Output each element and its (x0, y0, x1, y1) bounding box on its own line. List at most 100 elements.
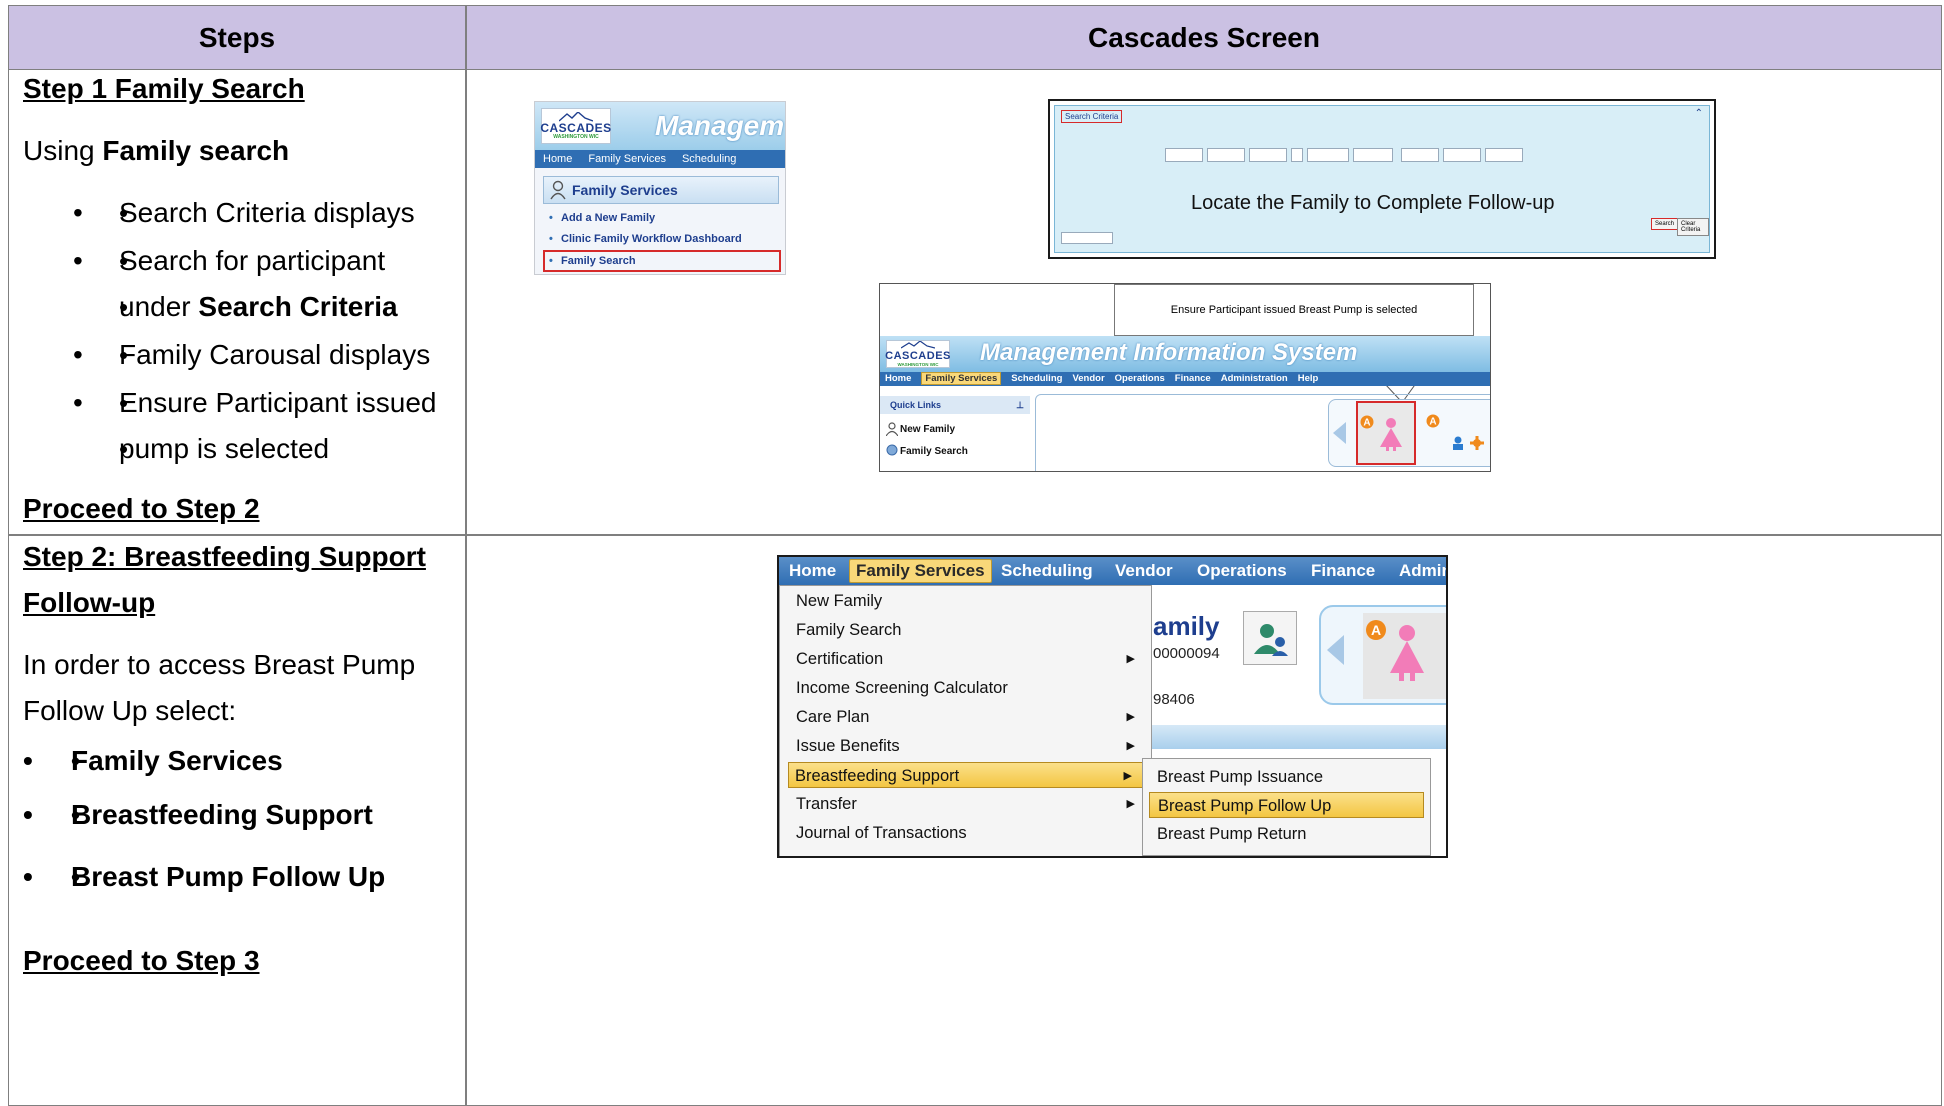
nav-home[interactable]: Home (543, 153, 572, 165)
person-icon (886, 422, 898, 436)
female-participant-icon (1380, 418, 1402, 451)
top-nav: Home Family Services Scheduling Vendor Opera… (880, 372, 1490, 386)
pin-icon[interactable]: ⊥ (1016, 396, 1024, 414)
submenu-arrow-icon: ▶ (1123, 770, 1132, 782)
nav-family-services[interactable]: Family Services (849, 559, 992, 583)
menu-item-journal-of-transactions[interactable]: Journal of Transactions (790, 820, 1145, 846)
step2-intro-line2: Follow Up select: (23, 695, 237, 726)
search-criteria-panel: Search Criteria ⌃ ​ Locate the Family to… (1054, 105, 1710, 253)
list-item: •Family Carousal displays (23, 332, 463, 380)
selected-participant[interactable]: A (1356, 401, 1416, 465)
carousel-prev-arrow-icon[interactable] (1333, 422, 1347, 444)
nav-operations[interactable]: Operations (1115, 373, 1165, 384)
family-title: amily (1153, 611, 1220, 641)
clinic-select[interactable] (1061, 232, 1113, 244)
collapse-icon[interactable]: ⌃ (1695, 108, 1703, 119)
alert-a-icon: A (1366, 620, 1386, 640)
menu-item-income-screening[interactable]: Income Screening Calculator (790, 675, 1145, 701)
menu-item-family-search[interactable]: Family Search (790, 617, 1145, 643)
family-id: 00000094 (1153, 645, 1220, 662)
mountain-icon (559, 112, 593, 122)
clinic-workflow-dashboard-link[interactable]: Clinic Family Workflow Dashboard (547, 233, 742, 245)
family-id-input[interactable] (1165, 148, 1203, 162)
middle-initial-input[interactable] (1291, 148, 1303, 162)
search-overlay-caption: Locate the Family to Complete Follow-up (1191, 192, 1555, 214)
family-services-panel-screenshot: CASCADES WASHINGTON WIC Managem Home Fami… (534, 101, 786, 275)
ebt-card-input[interactable] (1485, 148, 1523, 162)
submenu-arrow-icon: ▶ (1126, 740, 1135, 752)
add-new-family-link[interactable]: Add a New Family (547, 212, 655, 224)
submenu-item-breast-pump-issuance[interactable]: Breast Pump Issuance (1149, 764, 1424, 790)
family-avatar[interactable] (1243, 611, 1297, 665)
list-item: •Search Criteria displays (23, 190, 463, 238)
list-item: •Breast Pump Follow Up (23, 854, 463, 900)
column-divider (465, 6, 467, 1105)
nav-scheduling[interactable]: Scheduling (1011, 373, 1062, 384)
table-header-row: Steps Cascades Screen (9, 6, 1941, 70)
menu-item-transfer[interactable]: Transfer ▶ (790, 791, 1145, 817)
nav-finance[interactable]: Finance (1175, 373, 1211, 384)
svg-text:A: A (1429, 417, 1436, 428)
participant-id-input[interactable] (1401, 148, 1439, 162)
step2-text: Step 2: Breastfeeding Support Follow-up … (23, 534, 463, 984)
submenu-item-breast-pump-follow-up[interactable]: Breast Pump Follow Up (1149, 792, 1424, 818)
first-name-input[interactable] (1249, 148, 1287, 162)
search-button[interactable]: Search (1651, 218, 1679, 230)
banner-title: Managem (655, 110, 785, 141)
nav-vendor[interactable]: Vendor (1115, 557, 1173, 585)
banner-title: Management Information System (980, 339, 1358, 366)
nav-scheduling[interactable]: Scheduling (682, 153, 736, 165)
step1-text: Step 1 Family Search Using Family search… (23, 66, 463, 532)
medicaid-number-input[interactable] (1443, 148, 1481, 162)
quick-link-family-search[interactable]: Family Search (884, 444, 968, 457)
cascades-logo: CASCADES WASHINGTON WIC (540, 108, 611, 144)
submenu-item-breast-pump-return[interactable]: Breast Pump Return (1149, 821, 1424, 847)
menu-item-breastfeeding-support[interactable]: Breastfeeding Support ▶ (788, 762, 1143, 788)
family-carousel: A (1319, 605, 1446, 705)
step2-intro-line1: In order to access Breast Pump (23, 649, 416, 680)
nav-family-services[interactable]: Family Services (588, 153, 666, 165)
carousel-prev-arrow-icon[interactable] (1327, 635, 1345, 665)
submenu-arrow-icon: ▶ (1126, 798, 1135, 810)
step1-proceed: Proceed to Step 2 (23, 493, 260, 524)
person-icon (550, 180, 566, 200)
participant-card[interactable]: A (1363, 613, 1446, 699)
menu-item-certification[interactable]: Certification ▶ (790, 646, 1145, 672)
menu-item-issue-benefits[interactable]: Issue Benefits ▶ (790, 733, 1145, 759)
date-of-birth-input[interactable] (1353, 148, 1393, 162)
menu-item-care-plan[interactable]: Care Plan ▶ (790, 704, 1145, 730)
family-services-panel-title: Family Services (543, 176, 779, 204)
callout-box: Ensure Participant issued Breast Pump is… (1114, 284, 1474, 336)
search-globe-icon (886, 444, 898, 456)
list-item: •Breastfeeding Support (23, 792, 463, 854)
mountain-icon (901, 341, 935, 349)
menu-item-new-family[interactable]: New Family (790, 588, 1145, 614)
telephone-input[interactable] (1307, 148, 1349, 162)
header-cascades-screen: Cascades Screen (1088, 22, 1320, 53)
nav-operations[interactable]: Operations (1197, 557, 1287, 585)
header-steps: Steps (198, 22, 276, 53)
family-carousel-screenshot: Ensure Participant issued Breast Pump is… (879, 283, 1491, 472)
nav-home[interactable]: Home (885, 373, 911, 384)
search-criteria-screenshot: Search Criteria ⌃ ​ Locate the Family to… (1048, 99, 1716, 259)
female-participant-icon (1390, 625, 1424, 681)
male-participant-icon (1453, 436, 1463, 450)
breastfeeding-menu-screenshot: Home Family Services Scheduling Vendor O… (777, 555, 1448, 858)
nav-administration[interactable]: Administration (1221, 373, 1288, 384)
list-item-continued: under Search Criteria (23, 284, 463, 332)
step2-title-line1: Step 2: Breastfeeding Support (23, 541, 426, 572)
nav-finance[interactable]: Finance (1311, 557, 1375, 585)
nav-administration[interactable]: Admin (1399, 557, 1446, 585)
breastfeeding-submenu: Breast Pump Issuance Breast Pump Follow … (1142, 758, 1431, 856)
nav-vendor[interactable]: Vendor (1072, 373, 1104, 384)
nav-help[interactable]: Help (1298, 373, 1319, 384)
list-item: •Ensure Participant issued (23, 380, 463, 426)
nav-home[interactable]: Home (789, 557, 836, 585)
nav-family-services[interactable]: Family Services (921, 372, 1002, 385)
clear-criteria-button[interactable]: Clear Criteria (1677, 218, 1709, 236)
nav-scheduling[interactable]: Scheduling (1001, 557, 1093, 585)
submenu-arrow-icon: ▶ (1126, 711, 1135, 723)
alert-a-icon: A (1360, 415, 1374, 429)
last-name-input[interactable] (1207, 148, 1245, 162)
quick-link-new-family[interactable]: New Family (884, 422, 955, 436)
